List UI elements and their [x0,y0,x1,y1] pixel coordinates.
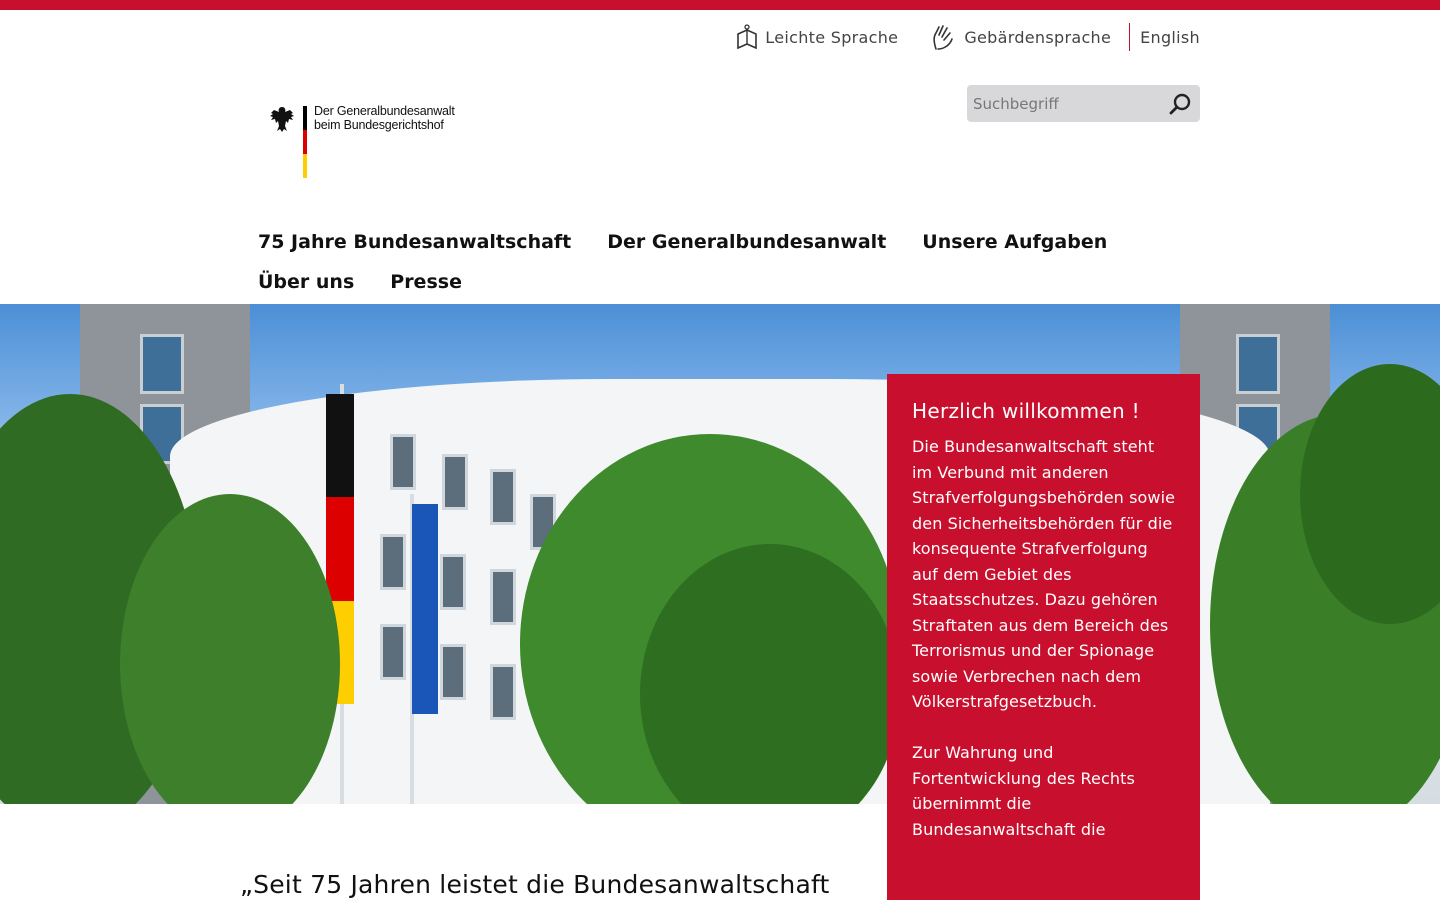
easy-language-icon [737,24,758,50]
english-language-link[interactable]: English [1140,28,1200,47]
federal-eagle-icon [270,107,294,132]
nav-item-ueber-uns[interactable]: Über uns [258,262,354,302]
language-separator [1129,23,1131,51]
welcome-box: Herzlich willkommen ! Die Bundesanwaltsc… [887,374,1200,900]
logo-line-2: beim Bundesgerichtshof [314,118,444,132]
english-label: English [1140,27,1200,47]
sign-language-label: Gebärdensprache [964,27,1112,47]
nav-item-generalbundesanwalt[interactable]: Der Generalbundesanwalt [607,222,886,262]
welcome-title: Herzlich willkommen ! [912,399,1140,423]
search-input[interactable] [967,94,1157,113]
search-button[interactable] [1166,90,1194,118]
logo-flag-bar [303,106,307,178]
hero-image [0,304,1440,804]
hero-eu-flag [412,504,438,714]
logo-text: Der Generalbundesanwalt beim Bundesgeric… [314,104,455,132]
nav-item-presse[interactable]: Presse [390,262,462,302]
service-navigation: Leichte Sprache Gebärdensprache English [735,20,1200,54]
logo-line-1: Der Generalbundesanwalt [314,104,455,118]
anniversary-quote: „Seit 75 Jahren leistet die Bundesanwalt… [240,870,830,899]
easy-language-label: Leichte Sprache [765,27,899,47]
nav-item-75-jahre[interactable]: 75 Jahre Bundesanwaltschaft [258,222,571,262]
sign-language-link[interactable]: Gebärdensprache [930,23,1111,51]
sign-language-icon [933,25,954,50]
main-navigation: 75 Jahre Bundesanwaltschaft Der Generalb… [258,222,1198,302]
welcome-paragraph-1: Die Bundesanwaltschaft steht im Verbund … [912,437,1176,711]
top-accent-bar [0,0,1440,10]
nav-item-aufgaben[interactable]: Unsere Aufgaben [922,222,1107,262]
easy-language-link[interactable]: Leichte Sprache [735,24,898,50]
site-logo[interactable]: Der Generalbundesanwalt beim Bundesgeric… [268,104,468,182]
search-box [967,85,1200,122]
search-icon [1169,93,1191,115]
welcome-paragraph-2: Zur Wahrung und Fortentwicklung des Rech… [912,743,1135,839]
